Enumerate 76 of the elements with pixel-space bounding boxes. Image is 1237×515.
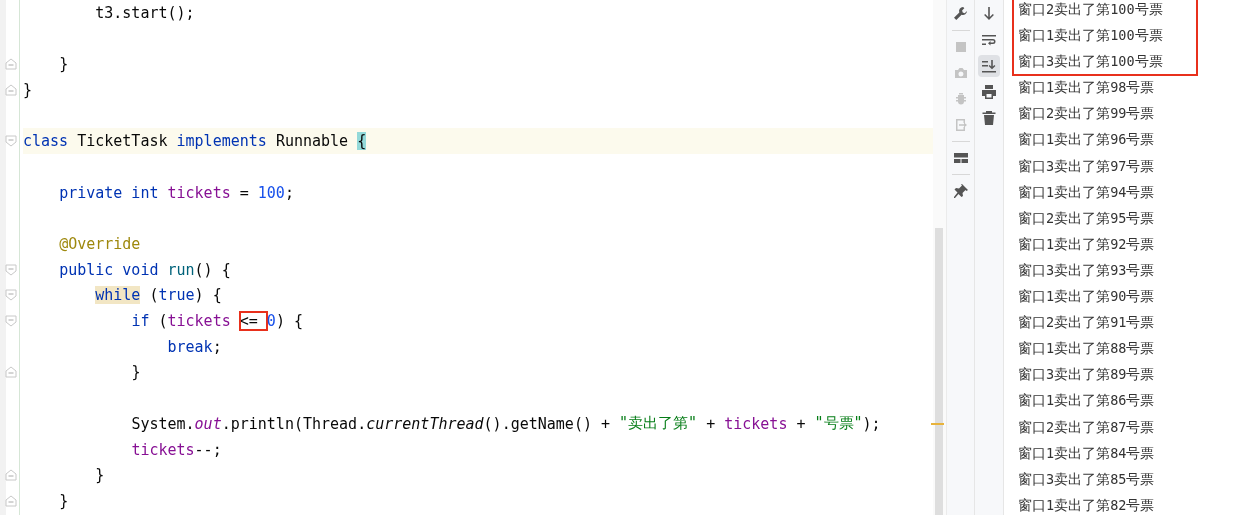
code-token: Runnable: [275, 132, 350, 151]
code-token: tickets: [167, 183, 231, 202]
code-token: ().getName() +: [483, 414, 612, 433]
code-token: {: [357, 132, 367, 151]
console-line: 窗口2卖出了第95号票: [1018, 208, 1156, 228]
code-token: }: [59, 491, 69, 510]
fold-icon[interactable]: [4, 135, 17, 148]
code-token: tickets: [167, 312, 231, 331]
console-line: 窗口3卖出了第97号票: [1018, 156, 1156, 176]
code-token: implements: [176, 132, 267, 151]
console-line: 窗口3卖出了第100号票: [1018, 52, 1164, 72]
code-token: "卖出了第": [619, 414, 698, 434]
fold-icon[interactable]: [4, 263, 17, 276]
code-token: tickets: [724, 414, 788, 433]
fold-icon[interactable]: [4, 366, 17, 379]
code-token: }: [59, 55, 69, 74]
console-line: 窗口3卖出了第85号票: [1018, 469, 1156, 489]
code-token: (: [158, 312, 168, 331]
fold-icon[interactable]: [4, 83, 17, 96]
code-token: t3.start();: [95, 3, 195, 22]
console-line: 窗口2卖出了第91号票: [1018, 313, 1156, 333]
code-token: --;: [194, 440, 222, 459]
console-line: 窗口1卖出了第92号票: [1018, 234, 1156, 254]
console-line: 窗口3卖出了第89号票: [1018, 365, 1156, 385]
code-token: @Override: [59, 235, 141, 254]
console-line: 窗口3卖出了第93号票: [1018, 260, 1156, 280]
code-token: out: [194, 414, 222, 433]
console-line: 窗口1卖出了第88号票: [1018, 339, 1156, 359]
console-line: 窗口1卖出了第98号票: [1018, 78, 1156, 98]
code-token: );: [862, 414, 881, 433]
warning-marker: [931, 423, 944, 425]
console-line: 窗口2卖出了第99号票: [1018, 104, 1156, 124]
code-token: ;: [212, 337, 222, 356]
code-token: "号票": [814, 414, 863, 434]
code-token: }: [95, 466, 105, 485]
code-token: () {: [194, 260, 231, 279]
fold-icon[interactable]: [4, 494, 17, 507]
console-line: 窗口1卖出了第86号票: [1018, 391, 1156, 411]
fold-icon[interactable]: [4, 315, 17, 328]
code-token: System.: [131, 414, 195, 433]
code-token: if: [131, 312, 150, 331]
code-token: ) {: [275, 312, 303, 331]
code-token: class: [23, 132, 69, 151]
console-line: 窗口1卖出了第94号票: [1018, 182, 1156, 202]
scrollbar-thumb[interactable]: [935, 228, 943, 515]
code-token: <=: [239, 312, 267, 331]
code-token: }: [131, 363, 141, 382]
code-token: }: [23, 80, 33, 99]
scroll-to-end-icon[interactable]: [978, 55, 1000, 77]
code-token: run: [167, 260, 195, 279]
code-token: TicketTask: [77, 132, 169, 151]
code-token: ) {: [194, 286, 222, 305]
code-token: +: [706, 414, 717, 433]
code-token: 100: [257, 183, 285, 202]
console-line: 窗口1卖出了第100号票: [1018, 26, 1164, 46]
code-token: +: [796, 414, 807, 433]
code-token: public void: [59, 260, 160, 279]
code-token: =: [239, 183, 250, 202]
console-line: 窗口2卖出了第100号票: [1018, 0, 1164, 19]
fold-icon[interactable]: [4, 289, 17, 302]
fold-icon[interactable]: [4, 58, 17, 71]
code-token: .println(Thread.: [221, 414, 367, 433]
code-token: break: [167, 337, 213, 356]
code-token: currentThread: [366, 414, 484, 433]
code-token: private int: [59, 183, 160, 202]
code-token: while: [95, 286, 141, 305]
console-line: 窗口1卖出了第82号票: [1018, 495, 1156, 515]
console-line: 窗口2卖出了第87号票: [1018, 417, 1156, 437]
console-line: 窗口1卖出了第90号票: [1018, 287, 1156, 307]
code-token: true: [158, 286, 195, 305]
code-token: (: [149, 286, 159, 305]
code-token: tickets: [131, 440, 195, 459]
code-token: ;: [284, 183, 294, 202]
fold-icon[interactable]: [4, 469, 17, 482]
console-line: 窗口1卖出了第84号票: [1018, 443, 1156, 463]
console-line: 窗口1卖出了第96号票: [1018, 130, 1156, 150]
